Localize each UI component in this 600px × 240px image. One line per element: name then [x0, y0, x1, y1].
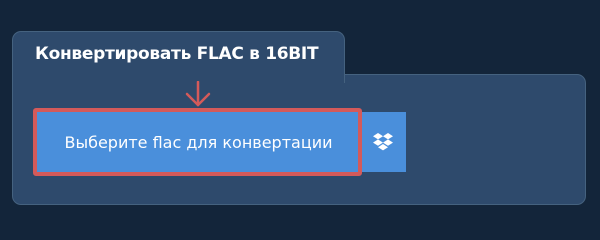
arrow-down-icon	[185, 81, 211, 107]
dropbox-icon	[373, 133, 393, 151]
choose-flac-button[interactable]: Выберите flac для конвертации	[37, 112, 360, 172]
choose-flac-label: Выберите flac для конвертации	[64, 132, 333, 152]
converter-widget: Конвертировать FLAC в 16BIT Выберите fla…	[0, 0, 600, 230]
dropbox-button[interactable]	[360, 112, 406, 172]
converter-title: Конвертировать FLAC в 16BIT	[35, 44, 319, 64]
